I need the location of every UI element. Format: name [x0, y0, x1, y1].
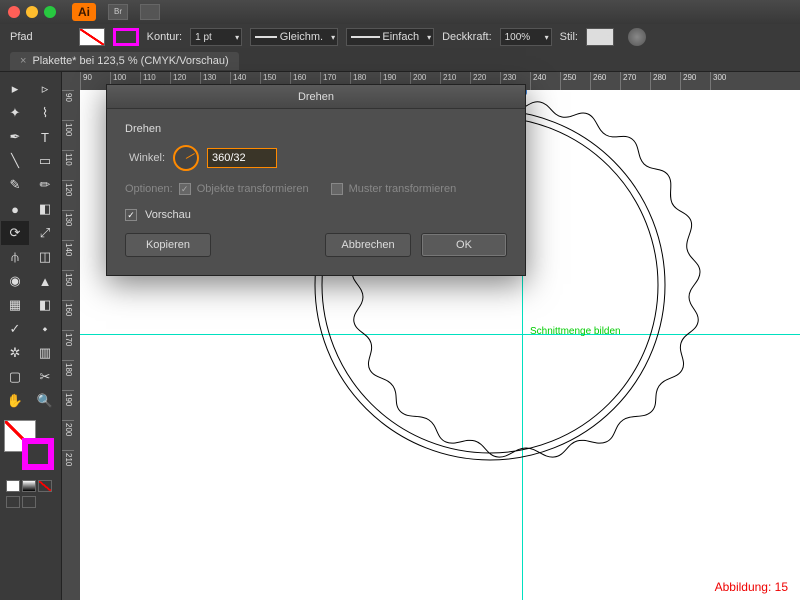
cancel-button[interactable]: Abbrechen	[325, 233, 411, 257]
stroke-weight-select[interactable]: 1 pt	[190, 28, 242, 46]
artboard-tool[interactable]: ▢	[1, 365, 29, 389]
document-tab[interactable]: × Plakette* bei 123,5 % (CMYK/Vorschau)	[10, 52, 239, 70]
opacity-select[interactable]: 100%	[500, 28, 552, 46]
recolor-button[interactable]	[628, 28, 646, 46]
preview-checkbox[interactable]	[125, 209, 137, 221]
blend-tool[interactable]: ⬩	[31, 317, 59, 341]
document-tabs: × Plakette* bei 123,5 % (CMYK/Vorschau)	[0, 50, 800, 72]
angle-dial-icon[interactable]	[173, 145, 199, 171]
gradient-tool[interactable]: ◧	[31, 293, 59, 317]
width-tool[interactable]: ⫛	[1, 245, 29, 269]
angle-label: Winkel:	[125, 152, 165, 164]
stroke-color-icon[interactable]	[22, 438, 54, 470]
slice-tool[interactable]: ✂	[31, 365, 59, 389]
graph-tool[interactable]: ▥	[31, 341, 59, 365]
group-label: Drehen	[125, 123, 507, 135]
line-tool[interactable]: ╲	[1, 149, 29, 173]
style-label: Stil:	[560, 31, 578, 43]
eyedropper-tool[interactable]: ✓	[1, 317, 29, 341]
direct-selection-tool[interactable]: ▹	[31, 77, 59, 101]
fill-swatch[interactable]	[79, 28, 105, 46]
document-tab-title: Plakette* bei 123,5 % (CMYK/Vorschau)	[32, 55, 228, 67]
fill-stroke-control[interactable]	[4, 420, 54, 470]
zoom-tool[interactable]: 🔍	[31, 389, 59, 413]
pen-tool[interactable]: ✒	[1, 125, 29, 149]
scale-tool[interactable]: ⤢	[31, 221, 59, 245]
ruler-vertical: 90100110120130140150160170180190200210	[62, 90, 80, 600]
stroke-swatch[interactable]	[113, 28, 139, 46]
eraser-tool[interactable]: ◧	[31, 197, 59, 221]
pencil-tool[interactable]: ✏	[31, 173, 59, 197]
transform-objects-checkbox	[179, 183, 191, 195]
preview-label: Vorschau	[145, 209, 191, 221]
options-label: Optionen:	[125, 183, 173, 195]
ok-button[interactable]: OK	[421, 233, 507, 257]
symbol-sprayer-tool[interactable]: ✲	[1, 341, 29, 365]
mesh-tool[interactable]: ▦	[1, 293, 29, 317]
window-titlebar: Ai Br	[0, 0, 800, 24]
blob-brush-tool[interactable]: ●	[1, 197, 29, 221]
dialog-title: Drehen	[107, 85, 525, 109]
screen-mode-switches[interactable]	[6, 496, 55, 508]
transform-patterns-label: Muster transformieren	[349, 183, 457, 195]
minimize-icon[interactable]	[26, 6, 38, 18]
magic-wand-tool[interactable]: ✦	[1, 101, 29, 125]
opacity-label: Deckkraft:	[442, 31, 492, 43]
rotate-tool[interactable]: ⟳	[1, 221, 29, 245]
lasso-tool[interactable]: ⌇	[31, 101, 59, 125]
selection-tool[interactable]: ▸	[1, 77, 29, 101]
arrange-button[interactable]	[140, 4, 160, 20]
copy-button[interactable]: Kopieren	[125, 233, 211, 257]
style-select[interactable]	[586, 28, 614, 46]
tool-panel: ▸▹ ✦⌇ ✒T ╲▭ ✎✏ ●◧ ⟳⤢ ⫛◫ ◉▲ ▦◧ ✓⬩ ✲▥ ▢✂ ✋…	[0, 72, 62, 600]
transform-patterns-checkbox	[331, 183, 343, 195]
app-badge: Ai	[72, 3, 96, 21]
stroke-profile-select[interactable]: Gleichm.	[250, 28, 338, 46]
shape-builder-tool[interactable]: ◉	[1, 269, 29, 293]
hand-tool[interactable]: ✋	[1, 389, 29, 413]
brush-select[interactable]: Einfach	[346, 28, 434, 46]
close-icon[interactable]	[8, 6, 20, 18]
rectangle-tool[interactable]: ▭	[31, 149, 59, 173]
bridge-button[interactable]: Br	[108, 4, 128, 20]
selection-type-label: Pfad	[10, 31, 33, 43]
close-tab-icon[interactable]: ×	[20, 55, 26, 67]
figure-caption: Abbildung: 15	[715, 580, 788, 594]
stroke-label: Kontur:	[147, 31, 182, 43]
angle-input[interactable]	[207, 148, 277, 168]
color-mode-switches[interactable]	[6, 480, 55, 492]
zoom-icon[interactable]	[44, 6, 56, 18]
rotate-dialog: Drehen Drehen Winkel: Optionen: Objekte …	[106, 84, 526, 276]
perspective-tool[interactable]: ▲	[31, 269, 59, 293]
transform-objects-label: Objekte transformieren	[197, 183, 309, 195]
free-transform-tool[interactable]: ◫	[31, 245, 59, 269]
paintbrush-tool[interactable]: ✎	[1, 173, 29, 197]
type-tool[interactable]: T	[31, 125, 59, 149]
smart-guide-label: Schnittmenge bilden	[530, 326, 621, 337]
control-bar: Pfad Kontur: 1 pt Gleichm. Einfach Deckk…	[0, 24, 800, 50]
